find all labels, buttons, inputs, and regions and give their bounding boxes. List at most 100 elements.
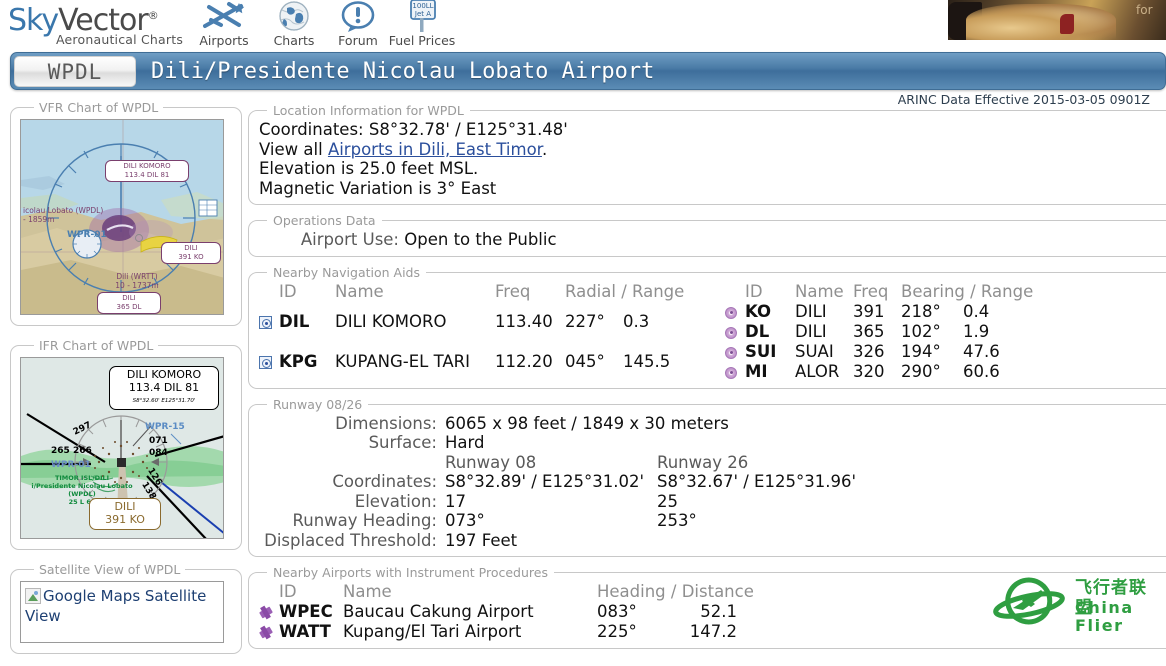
apt-id[interactable]: WPEC	[279, 602, 343, 622]
skyvector-logo[interactable]: SkyVector® Aeronautical Charts	[8, 0, 188, 48]
operations-data-panel: Operations Data Airport Use: Open to the…	[248, 213, 1166, 257]
vfr-chart-thumbnail[interactable]: DILI KOMORO 113.4 DIL 81 icolau Lobato (…	[20, 119, 224, 315]
view-all-line: View all Airports in Dili, East Timor.	[259, 140, 1166, 160]
ifr-chart-panel: IFR Chart of WPDL DILI KOMORO 113.4 DIL …	[10, 338, 242, 550]
ifr-chart-legend: IFR Chart of WPDL	[39, 338, 154, 353]
table-row[interactable]: WPEC Baucau Cakung Airport 083° 52.1	[259, 602, 763, 622]
ad-image-figure	[966, 4, 1116, 40]
ndb-header-freq: Freq	[853, 281, 889, 301]
ifr-label-dili: DILI 391 KO	[89, 498, 161, 530]
page-header: SkyVector® Aeronautical Charts Airports	[0, 0, 1166, 48]
china-flier-orbit-icon	[993, 577, 1065, 625]
ifr-label-wpr01: WPR-01	[51, 460, 91, 470]
ndb-name: SUAI	[795, 341, 834, 361]
surface-value: Hard	[445, 433, 485, 452]
page-title: Dili/Presidente Nicolau Lobato Airport	[151, 59, 655, 84]
ndb-range: 0.4	[963, 301, 990, 321]
vor-icon	[259, 355, 272, 369]
airport-use-value: Open to the Public	[404, 230, 557, 249]
magnetic-variation-line: Magnetic Variation is 3° East	[259, 178, 497, 198]
ndb-bearing: 194°	[901, 341, 941, 361]
table-row[interactable]: KPG KUPANG-EL TARI 112.20 045° 145.5	[259, 342, 725, 382]
nav-fuel-prices-label: Fuel Prices	[388, 33, 456, 48]
runway-surface-row: Surface: Hard	[259, 433, 856, 453]
runway-heading-row: Runway Heading: 073° 253°	[259, 511, 856, 531]
china-flier-english-text: China Flier	[1075, 598, 1134, 635]
runway-elevation-label: Elevation:	[354, 491, 437, 511]
vor-table-header-row: ID Name Freq Radial / Range	[259, 282, 725, 302]
nav-airports[interactable]: Airports	[188, 0, 260, 48]
ndb-freq: 320	[853, 361, 885, 381]
advertisement-banner[interactable]	[948, 0, 1166, 40]
vor-range: 145.5	[623, 351, 671, 371]
vor-name: DILI KOMORO	[335, 311, 447, 331]
runway-ends-header-row: Runway 08 Runway 26	[259, 453, 856, 473]
ndb-freq: 391	[853, 301, 885, 321]
table-row[interactable]: DL DILI 365 102° 1.9	[725, 322, 1042, 342]
logo-tagline: Aeronautical Charts	[56, 32, 184, 47]
ndb-header-name: Name	[795, 281, 844, 301]
ndb-header-bearing-range: Bearing / Range	[901, 281, 1034, 301]
ifr-label-komoro: DILI KOMORO 113.4 DIL 81 S8°32.60' E125°…	[109, 366, 219, 410]
ndb-range: 47.6	[963, 341, 1000, 361]
apt-header-id: ID	[279, 582, 297, 601]
runway-dimensions-row: Dimensions: 6065 x 98 feet / 1849 x 30 m…	[259, 414, 856, 434]
ndb-bearing: 290°	[901, 361, 941, 381]
view-all-prefix: View all	[259, 139, 328, 159]
ifr-chart-thumbnail[interactable]: DILI KOMORO 113.4 DIL 81 S8°32.60' E125°…	[20, 357, 224, 539]
vor-name: KUPANG-EL TARI	[335, 351, 470, 371]
fuel-sign-icon: 100LL Jet A	[380, 0, 464, 34]
vfr-label-dili-komoro: DILI KOMORO 113.4 DIL 81	[105, 160, 189, 182]
vfr-label-wpr01: WPR-01	[67, 230, 107, 240]
navaids-legend: Nearby Navigation Aids	[273, 264, 421, 280]
runway-coordinates-row: Coordinates: S8°32.89' / E125°31.02' S8°…	[259, 472, 856, 492]
vor-id[interactable]: KPG	[279, 342, 335, 382]
satellite-view-image[interactable]: Google Maps Satellite View	[20, 581, 224, 643]
ndb-range: 1.9	[963, 321, 990, 341]
navigation-aids-panel: Nearby Navigation Aids ID Name Freq Radi…	[248, 264, 1166, 389]
ndb-id[interactable]: MI	[745, 362, 795, 382]
coordinates-label: Coordinates:	[259, 120, 364, 139]
vor-range: 0.3	[623, 311, 650, 331]
ndb-name: DILI	[795, 301, 827, 321]
nav-charts[interactable]: Charts	[258, 0, 330, 48]
airports-in-dili-link[interactable]: Airports in Dili, East Timor	[328, 140, 542, 159]
ndb-id[interactable]: KO	[745, 302, 795, 322]
satellite-view-panel: Satellite View of WPDL Google Maps Satel…	[10, 562, 242, 654]
ifr-label-071: 071	[149, 436, 168, 446]
ndb-bearing: 102°	[901, 321, 941, 341]
nav-airports-label: Airports	[199, 33, 249, 48]
ifr-label-084: 084	[149, 448, 168, 458]
vor-id[interactable]: DIL	[279, 302, 335, 342]
runway-08-header: Runway 08	[445, 452, 537, 472]
ndb-id[interactable]: DL	[745, 322, 795, 342]
svg-text:Jet A: Jet A	[414, 10, 431, 18]
globe-icon	[258, 0, 330, 34]
ifr-label-wpr15: WPR-15	[145, 422, 185, 432]
vor-navaids-table: ID Name Freq Radial / Range DIL DILI KOM…	[259, 282, 725, 382]
dimensions-label: Dimensions:	[335, 413, 437, 433]
vor-freq: 113.40	[495, 311, 553, 331]
apt-name: Kupang/El Tari Airport	[343, 622, 522, 641]
table-row[interactable]: DIL DILI KOMORO 113.40 227° 0.3	[259, 302, 725, 342]
runway-08-heading: 073°	[445, 511, 485, 530]
table-row[interactable]: MI ALOR 320 290° 60.6	[725, 362, 1042, 382]
airport-icon	[259, 606, 273, 619]
table-row[interactable]: WATT Kupang/El Tari Airport 225° 147.2	[259, 622, 763, 642]
apt-id[interactable]: WATT	[279, 622, 343, 642]
airport-use-row: Airport Use: Open to the Public	[259, 230, 1166, 250]
crossed-runways-icon	[188, 0, 260, 34]
displaced-threshold-label: Displaced Threshold:	[264, 530, 437, 550]
runway-legend: Runway 08/26	[273, 396, 363, 412]
ndb-icon	[725, 326, 737, 339]
vfr-label-lobato: icolau Lobato (WPDL) - 1859m	[23, 206, 104, 224]
ndb-freq: 365	[853, 321, 885, 341]
ndb-id[interactable]: SUI	[745, 342, 795, 362]
nav-fuel-prices[interactable]: 100LL Jet A Fuel Prices	[380, 0, 464, 48]
table-row[interactable]: KO DILI 391 218° 0.4	[725, 302, 1042, 322]
apt-distance: 147.2	[689, 622, 737, 641]
runway-displaced-threshold-row: Displaced Threshold: 197 Feet	[259, 531, 856, 551]
table-row[interactable]: SUI SUAI 326 194° 47.6	[725, 342, 1042, 362]
logo-sky-text: Sky	[8, 3, 59, 38]
apt-name: Baucau Cakung Airport	[343, 602, 534, 621]
